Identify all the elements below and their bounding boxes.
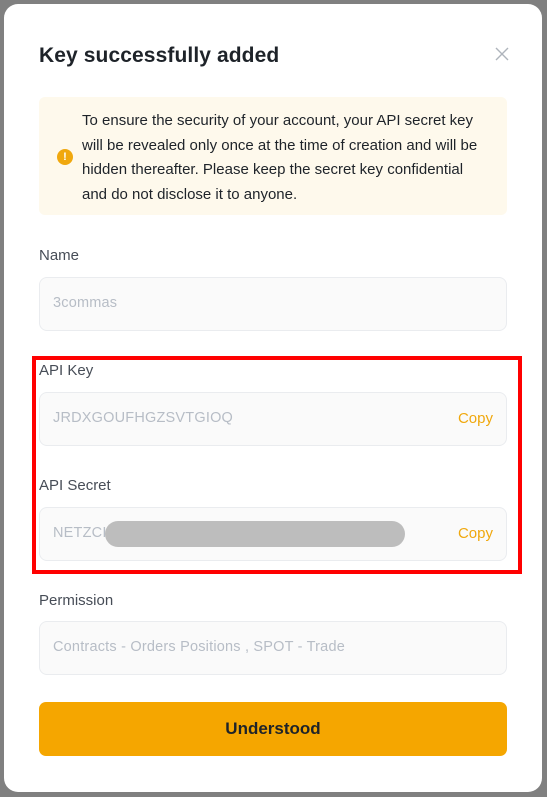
permission-field: Contracts - Orders Positions , SPOT - Tr…: [39, 621, 507, 675]
security-notice: ! To ensure the security of your account…: [39, 97, 507, 215]
permission-label: Permission: [39, 592, 114, 609]
name-field: 3commas: [39, 277, 507, 331]
key-added-dialog: Key successfully added ! To ensure the s…: [4, 4, 542, 792]
permission-value: Contracts - Orders Positions , SPOT - Tr…: [53, 639, 345, 655]
highlight-box: [32, 356, 522, 574]
name-label: Name: [39, 247, 80, 264]
close-icon: [495, 47, 509, 61]
notice-text: To ensure the security of your account, …: [82, 112, 478, 203]
dialog-title: Key successfully added: [39, 44, 280, 67]
name-value: 3commas: [53, 295, 118, 311]
understood-button[interactable]: Understood: [39, 702, 507, 756]
warning-icon: !: [57, 149, 73, 165]
close-button[interactable]: [492, 44, 512, 64]
